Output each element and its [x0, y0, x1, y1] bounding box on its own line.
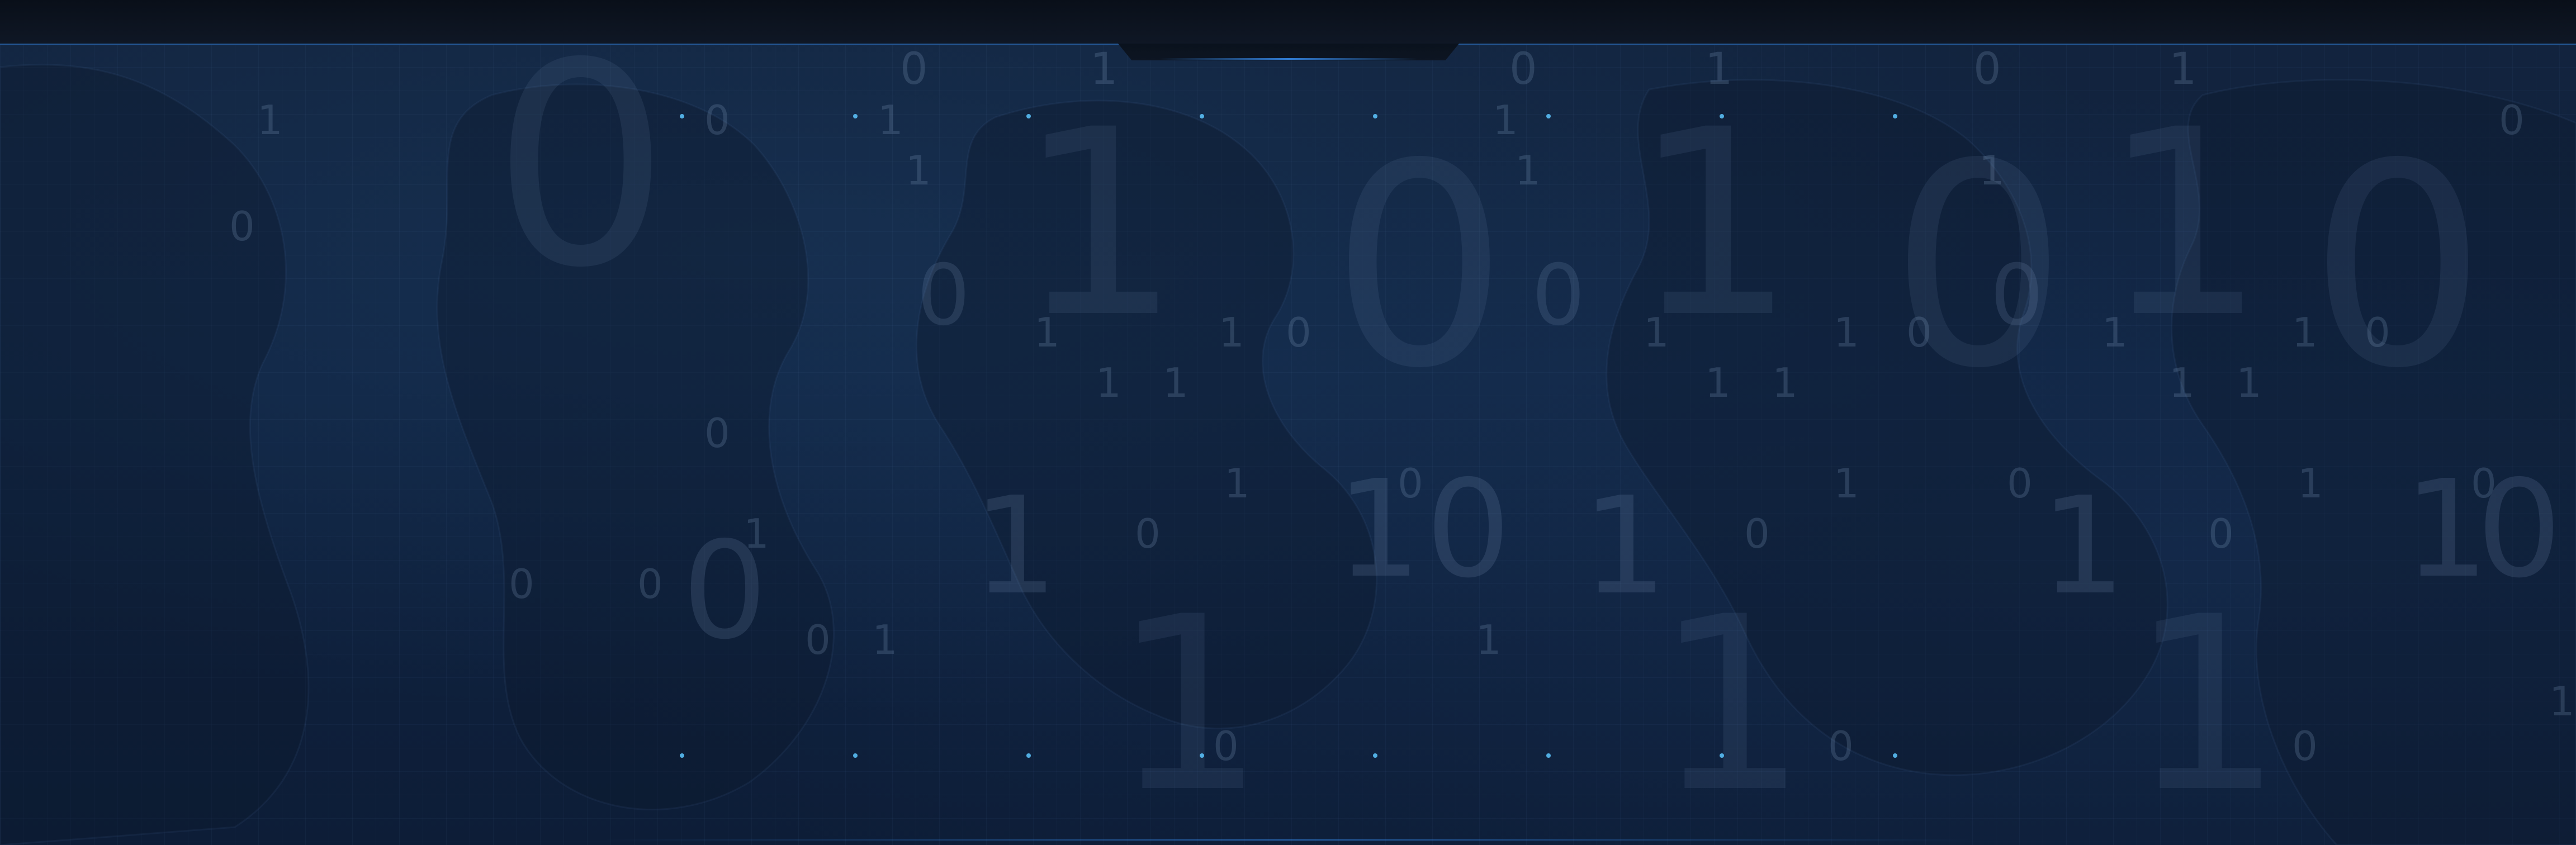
top-bar — [0, 0, 2576, 45]
accent-dot — [1546, 753, 1551, 758]
top-notch-glow — [1160, 58, 1417, 60]
accent-dot — [1720, 114, 1724, 118]
accent-dot — [1026, 114, 1031, 118]
accent-dot — [1893, 753, 1897, 758]
accent-dot — [1893, 114, 1897, 118]
accent-dot — [1373, 114, 1377, 118]
accent-dot — [1373, 753, 1377, 758]
accent-dots-layer — [0, 0, 2576, 845]
accent-dot — [680, 114, 684, 118]
bottom-glow-line — [604, 839, 1973, 841]
accent-dot — [853, 114, 858, 118]
accent-dot — [1200, 753, 1204, 758]
accent-dot — [1026, 753, 1031, 758]
accent-dot — [853, 753, 858, 758]
accent-dot — [680, 753, 684, 758]
background-canvas: 0 1 0 1 0 1 0 1 1 1 0 0 0 1 1 1 0 0 0 1 … — [0, 0, 2576, 845]
accent-dot — [1546, 114, 1551, 118]
accent-dot — [1200, 114, 1204, 118]
accent-dot — [1720, 753, 1724, 758]
